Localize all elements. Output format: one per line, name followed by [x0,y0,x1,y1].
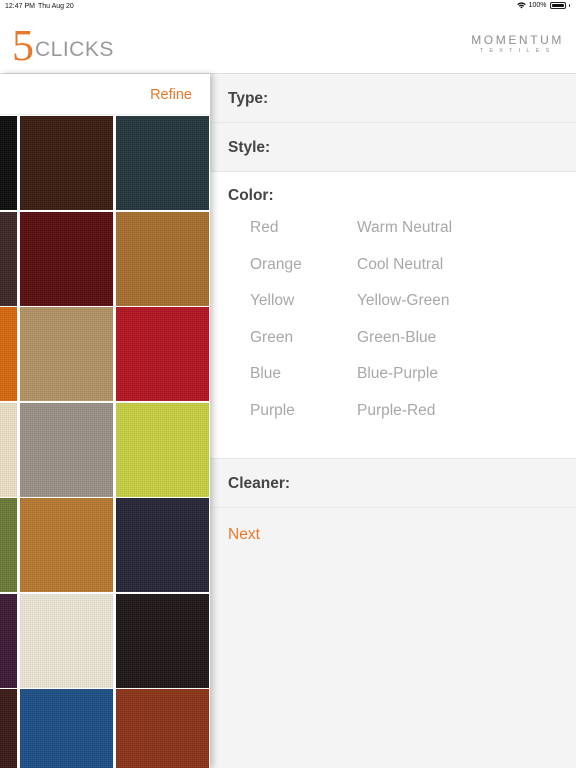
battery-cap [568,4,570,7]
status-time: 12:47 PM [5,3,35,10]
type-section[interactable]: Type: [210,74,576,123]
fabric-swatch[interactable] [0,498,17,592]
next-button[interactable]: Next [228,526,260,544]
fabric-swatch[interactable] [0,402,17,497]
status-indicators: 100% [516,2,570,9]
fabric-swatch[interactable] [116,402,209,497]
fabric-swatch[interactable] [20,689,113,768]
color-option-warm-neutral[interactable]: Warm Neutral [357,219,452,237]
status-bar: 12:47 PM Thu Aug 20 100% [0,0,576,14]
color-option-green[interactable]: Green [250,329,293,347]
color-option-yellow-green[interactable]: Yellow-Green [357,292,449,310]
type-label: Type: [228,90,269,107]
cleaner-label: Cleaner: [228,475,291,492]
brand-logo-word: CLICKS [35,38,114,61]
partner-logo: MOMENTUM TEXTILES [471,33,564,54]
fabric-swatch[interactable] [116,689,209,768]
fabric-swatch[interactable] [20,116,113,210]
color-option-purple[interactable]: Purple [250,402,295,420]
fabric-swatch[interactable] [116,116,209,210]
swatch-panel: Refine [0,74,210,768]
fabric-swatch[interactable] [0,211,17,306]
fabric-swatch[interactable] [116,593,209,688]
color-section: Color: Red Orange Yellow Green Blue Purple War… [210,172,576,459]
fabric-swatch[interactable] [0,307,17,401]
fabric-swatch[interactable] [0,116,17,210]
fabric-swatch[interactable] [116,498,209,592]
brand-logo: 5 CLICKS [12,21,114,70]
cleaner-section[interactable]: Cleaner: [210,459,576,508]
fabric-swatch[interactable] [116,211,209,306]
battery-percent: 100% [528,2,547,9]
fabric-swatch[interactable] [20,498,113,592]
partner-logo-tagline: TEXTILES [479,48,556,54]
color-option-red[interactable]: Red [250,219,278,237]
refine-button[interactable]: Refine [150,87,192,103]
refine-panel: Type: Style: Color: Red Orange Yellow Green… [210,74,576,768]
style-label: Style: [228,139,271,156]
app-header: 5 CLICKS MOMENTUM TEXTILES [0,14,576,74]
fabric-swatch[interactable] [20,307,113,401]
refine-bar: Refine [0,74,210,115]
status-date: Thu Aug 20 [38,3,74,10]
fabric-swatch[interactable] [0,689,17,768]
color-option-green-blue[interactable]: Green-Blue [357,329,436,347]
fabric-swatch[interactable] [20,211,113,306]
fabric-swatch[interactable] [20,593,113,688]
partner-logo-name: MOMENTUM [471,33,564,47]
brand-logo-number: 5 [12,21,34,70]
fabric-swatch[interactable] [116,307,209,401]
color-option-yellow[interactable]: Yellow [250,292,294,310]
color-option-cool-neutral[interactable]: Cool Neutral [357,256,443,274]
color-option-orange[interactable]: Orange [250,256,302,274]
battery-icon [549,2,566,9]
style-section[interactable]: Style: [210,123,576,172]
color-option-purple-red[interactable]: Purple-Red [357,402,435,420]
swatch-grid[interactable] [0,115,210,768]
fabric-swatch[interactable] [20,402,113,497]
fabric-swatch[interactable] [0,593,17,688]
color-option-blue-purple[interactable]: Blue-Purple [357,365,438,383]
color-label: Color: [228,187,274,204]
wifi-icon [516,2,526,9]
color-option-blue[interactable]: Blue [250,365,281,383]
